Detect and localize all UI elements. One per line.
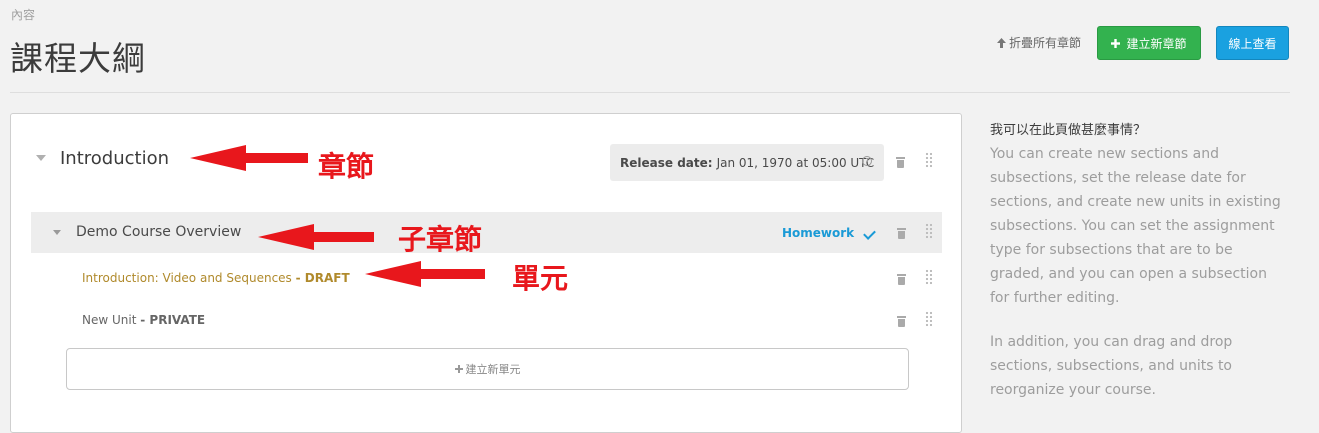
collapse-all-label: 折疊所有章節 (1009, 36, 1082, 50)
unit-2-trash-icon[interactable] (897, 316, 906, 327)
unit-item-draft[interactable]: Introduction: Video and Sequences - DRAF… (82, 271, 350, 285)
subsection-title[interactable]: Demo Course Overview (76, 224, 241, 240)
header-divider (10, 92, 1290, 93)
section-expand-caret-icon[interactable] (36, 155, 46, 161)
subsection-trash-icon[interactable] (897, 228, 906, 239)
help-title: 我可以在此頁做甚麼事情？ (990, 123, 1147, 138)
release-date-box[interactable]: Release date: Jan 01, 1970 at 05:00 UTC (610, 144, 884, 181)
unit-1-trash-icon[interactable] (897, 274, 906, 285)
section-drag-handle-icon[interactable] (925, 152, 932, 168)
plus-icon (1111, 38, 1121, 48)
plus-icon (454, 365, 463, 373)
unit-item-private[interactable]: New Unit - PRIVATE (82, 313, 205, 327)
subsection-expand-caret-icon[interactable] (53, 230, 61, 235)
section-trash-icon[interactable] (896, 157, 905, 168)
new-section-button[interactable]: 建立新章節 (1097, 26, 1201, 60)
unit-status-badge: - PRIVATE (140, 313, 206, 327)
page-title: 課程大綱 (10, 39, 146, 78)
page-subtitle: 內容 (11, 8, 36, 22)
subsection-drag-handle-icon[interactable] (925, 223, 932, 239)
section-annotation-arrow (190, 145, 308, 171)
subsection-annotation-arrow (258, 224, 374, 250)
unit-status-badge: - DRAFT (295, 271, 350, 285)
collapse-all-link[interactable]: 折疊所有章節 (997, 34, 1081, 51)
unit-annotation-arrow (365, 261, 485, 287)
unit-2-drag-handle-icon[interactable] (925, 311, 932, 327)
help-paragraph-2: In addition, you can drag and drop secti… (990, 334, 1233, 398)
release-date-label: Release date: (620, 155, 713, 170)
new-unit-button[interactable]: 建立新單元 (66, 348, 909, 390)
view-live-button[interactable]: 線上查看 (1216, 26, 1289, 60)
section-title[interactable]: Introduction (60, 148, 169, 169)
unit-title: New Unit (82, 313, 137, 327)
new-unit-label: 建立新單元 (465, 363, 521, 376)
help-paragraph-1: You can create new sections and subsecti… (990, 146, 1281, 306)
new-section-label: 建立新章節 (1126, 36, 1187, 51)
subsection-annotation-label: 子章節 (398, 223, 483, 256)
unit-annotation-label: 單元 (512, 262, 569, 295)
arrow-up-icon (997, 37, 1006, 48)
grading-type-link[interactable]: Homework (782, 226, 854, 240)
unit-title: Introduction: Video and Sequences (82, 271, 292, 285)
clock-icon[interactable] (862, 156, 872, 166)
unit-1-drag-handle-icon[interactable] (925, 269, 932, 285)
section-annotation-label: 章節 (318, 150, 375, 183)
release-date-value: Jan 01, 1970 at 05:00 UTC (716, 155, 875, 170)
